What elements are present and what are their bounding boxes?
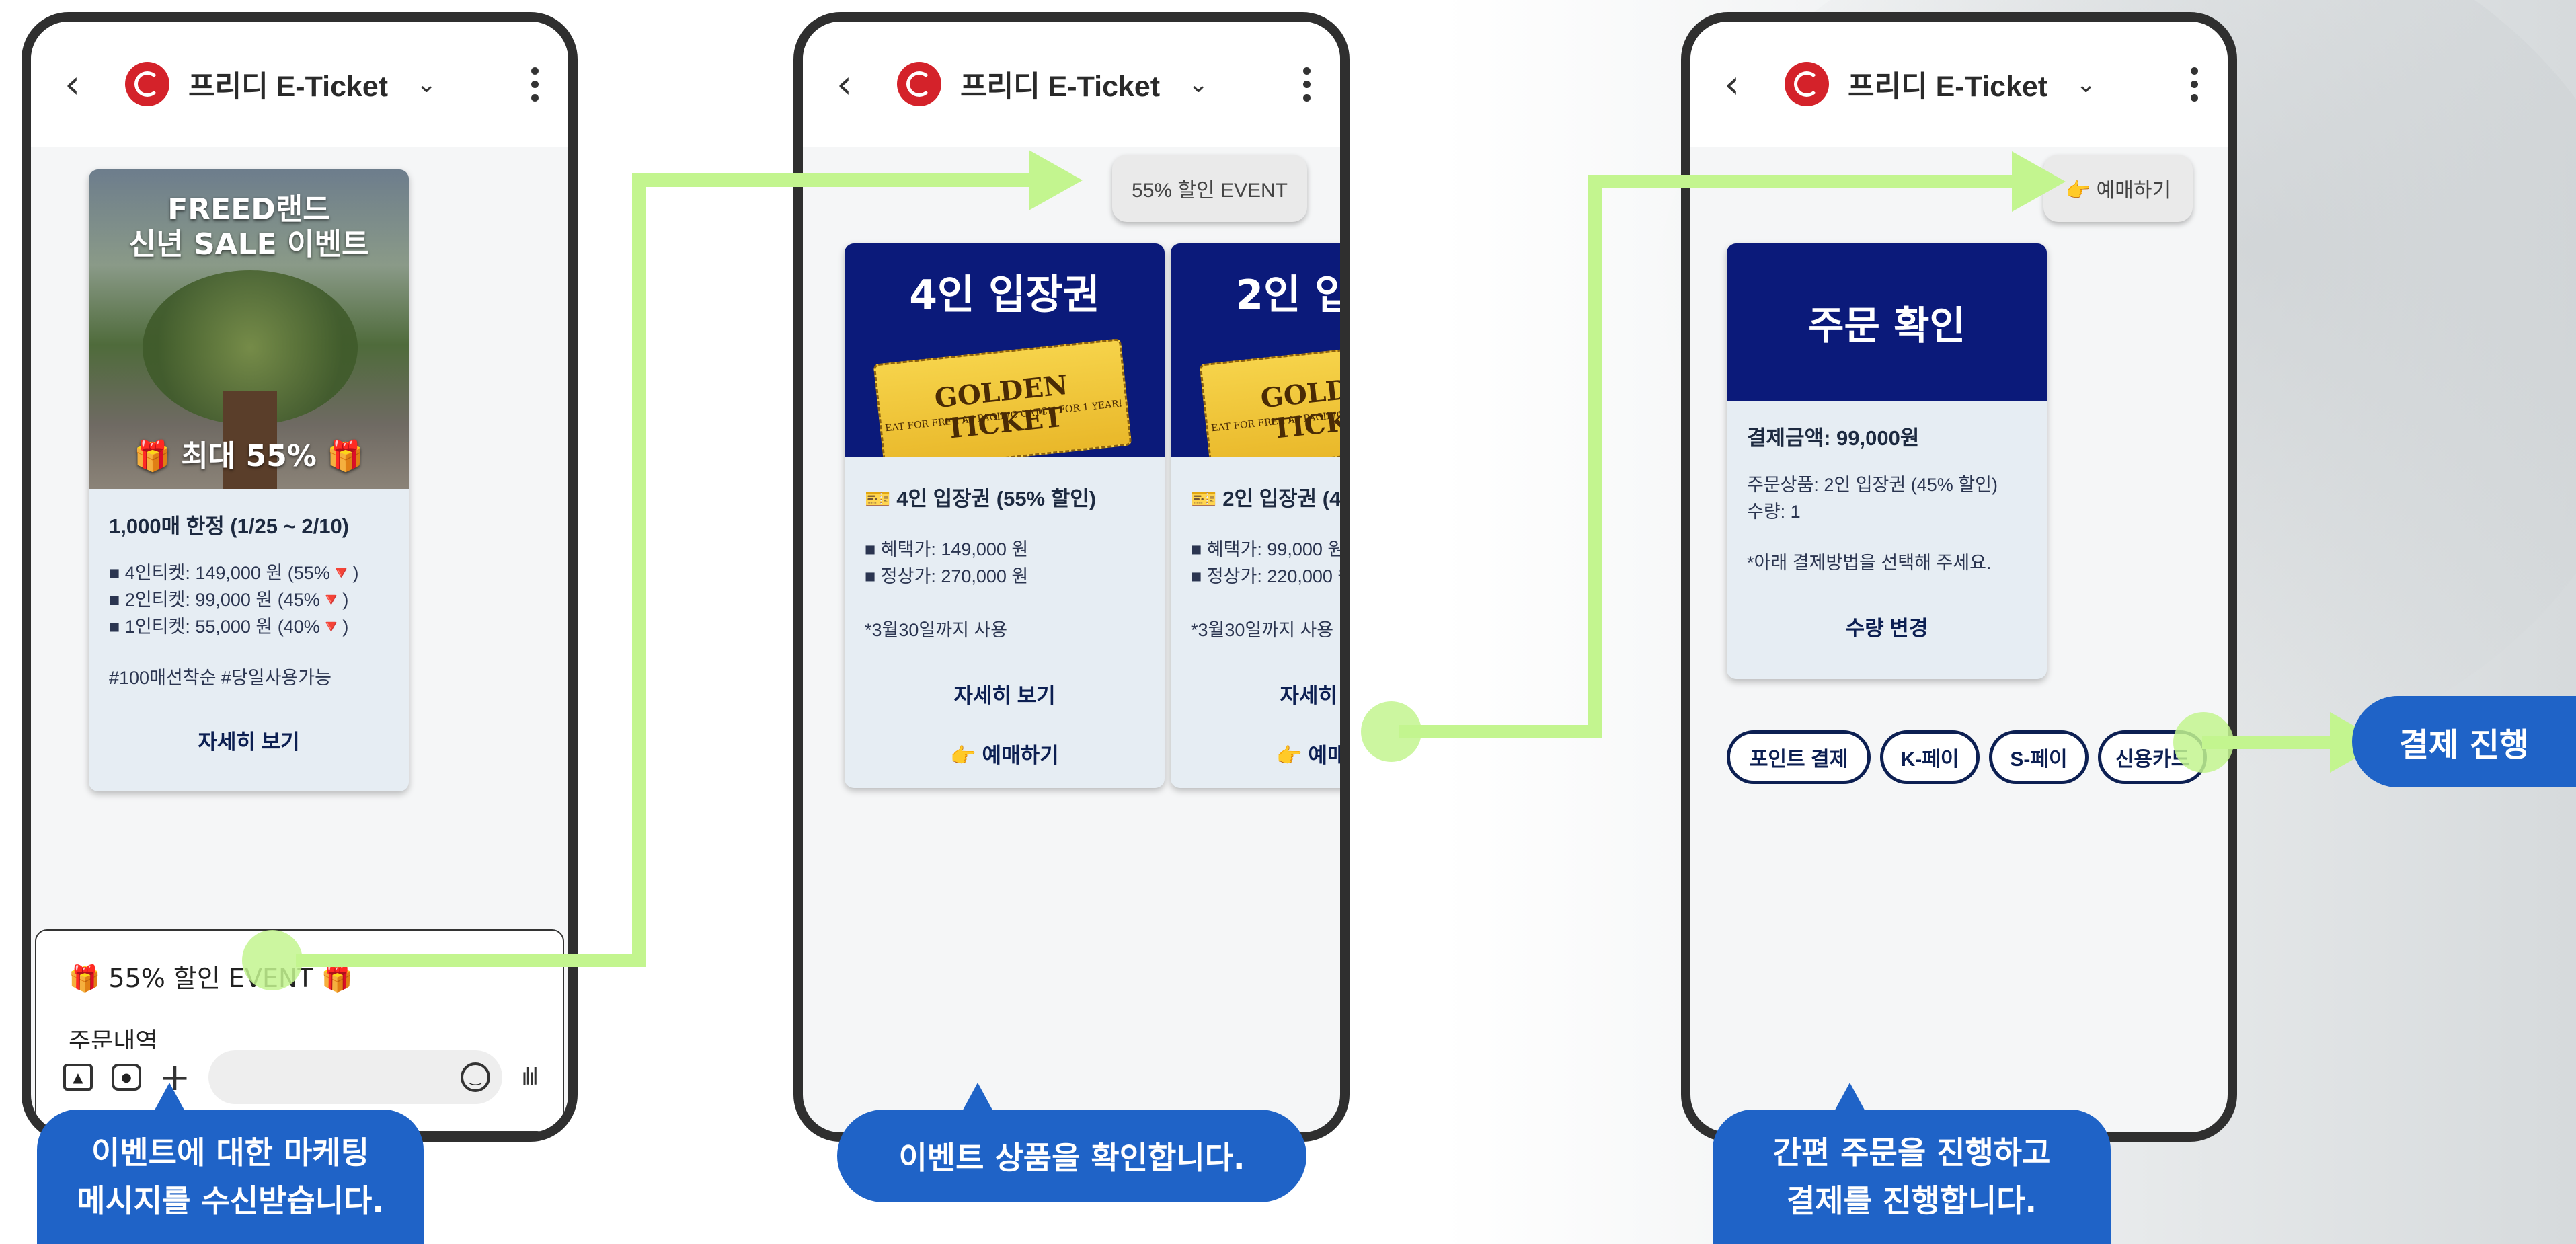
book-button[interactable]: 👉 예매하기 bbox=[865, 738, 1144, 769]
order-quantity: 수량: 1 bbox=[1747, 502, 1801, 522]
ticket-card: 2인 입장권 GOLDEN TICKET EAT FOR FREE AT PAC… bbox=[1171, 243, 1350, 788]
golden-ticket-image: GOLDEN TICKET EAT FOR FREE AT PACIFIC CA… bbox=[873, 338, 1132, 457]
ticket-header: 4인 입장권 GOLDEN TICKET EAT FOR FREE AT PAC… bbox=[845, 243, 1165, 457]
event-banner-image: FREED랜드 신년 SALE 이벤트 🎁 최대 55% 🎁 bbox=[89, 169, 409, 489]
more-icon[interactable] bbox=[2191, 67, 2198, 102]
ticket-note: *3월30일까지 사용 bbox=[865, 620, 1008, 640]
brand-logo-icon bbox=[125, 62, 169, 106]
ticket-note: *3월30일까지 사용 bbox=[1191, 620, 1334, 640]
tap-indicator bbox=[2173, 712, 2234, 773]
back-icon[interactable]: ‹ bbox=[65, 61, 108, 107]
back-icon[interactable]: ‹ bbox=[1724, 61, 1767, 107]
brand-logo-icon bbox=[1785, 62, 1829, 106]
golden-ticket-image: GOLDEN TICKET EAT FOR FREE AT PACIFIC CA… bbox=[1199, 338, 1350, 457]
order-card: 주문 확인 결제금액: 99,000원 주문상품: 2인 입장권 (45% 할인… bbox=[1727, 243, 2047, 679]
more-icon[interactable] bbox=[1303, 67, 1311, 102]
price-item: ■ 2인티켓: 99,000 원 (45%🔻) bbox=[109, 590, 349, 610]
caption-step-3: 간편 주문을 진행하고 결제를 진행합니다. bbox=[1713, 1110, 2111, 1244]
tap-indicator bbox=[242, 930, 303, 990]
ticket-card: 4인 입장권 GOLDEN TICKET EAT FOR FREE AT PAC… bbox=[845, 243, 1165, 788]
more-icon[interactable] bbox=[531, 67, 539, 102]
order-hint: *아래 결제방법을 선택해 주세요. bbox=[1747, 553, 1992, 573]
price-list: ■ 4인티켓: 149,000 원 (55%🔻) ■ 2인티켓: 99,000 … bbox=[109, 559, 389, 640]
detail-button[interactable]: 자세히 보기 bbox=[109, 725, 389, 755]
ticket-header: 2인 입장권 GOLDEN TICKET EAT FOR FREE AT PAC… bbox=[1171, 243, 1350, 457]
banner-badge: 🎁 최대 55% 🎁 bbox=[134, 439, 364, 473]
book-button[interactable]: 👉 예매하기 bbox=[1191, 738, 1340, 769]
flow-arrow-segment bbox=[296, 954, 646, 967]
menu-order-item[interactable]: 주문내역 bbox=[69, 1022, 157, 1049]
app-title: 프리디 E-Ticket bbox=[960, 71, 1161, 103]
app-header: ‹ 프리디 E-Ticket ⌄ bbox=[31, 22, 568, 147]
app-title: 프리디 E-Ticket bbox=[1848, 71, 2048, 103]
tap-indicator bbox=[1361, 701, 1421, 762]
order-header-title: 주문 확인 bbox=[1808, 303, 1965, 348]
flow-arrow-segment bbox=[1588, 175, 1602, 738]
chevron-down-icon[interactable]: ⌄ bbox=[1188, 71, 1208, 98]
flow-arrow-head bbox=[2012, 151, 2066, 212]
ticket-header-title: 2인 입장권 bbox=[1235, 272, 1350, 319]
order-product: 주문상품: 2인 입장권 (45% 할인) bbox=[1747, 475, 1998, 495]
flow-arrow-head bbox=[1029, 150, 1083, 210]
voice-icon[interactable]: ılıl bbox=[521, 1064, 539, 1091]
flow-arrow-segment bbox=[632, 173, 646, 967]
order-amount: 결제금액: 99,000원 bbox=[1747, 426, 1920, 450]
payment-proceed-label: 결제 진행 bbox=[2352, 696, 2576, 787]
order-header: 주문 확인 bbox=[1727, 243, 2047, 401]
chevron-down-icon[interactable]: ⌄ bbox=[2076, 71, 2096, 98]
pay-point-button[interactable]: 포인트 결제 bbox=[1727, 730, 1871, 784]
back-icon[interactable]: ‹ bbox=[836, 61, 880, 107]
ticket-regular-price: ■ 정상가: 220,000 원 bbox=[1191, 566, 1350, 586]
user-message-pill: 👉 예매하기 bbox=[2043, 155, 2193, 222]
caption-step-1: 이벤트에 대한 마케팅 메시지를 수신받습니다. bbox=[37, 1110, 424, 1244]
app-header: ‹ 프리디 E-Ticket ⌄ bbox=[803, 22, 1340, 147]
golden-ticket-text: GOLDEN TICKET bbox=[1259, 368, 1350, 445]
event-tags: #100매선착순 #당일사용가능 bbox=[109, 668, 331, 688]
price-item: ■ 1인티켓: 55,000 원 (40%🔻) bbox=[109, 617, 349, 637]
pay-kpay-button[interactable]: K-페이 bbox=[1880, 730, 1980, 784]
app-title: 프리디 E-Ticket bbox=[188, 71, 389, 103]
banner-line-2: 신년 SALE 이벤트 bbox=[128, 227, 369, 262]
banner-headline: FREED랜드 신년 SALE 이벤트 bbox=[89, 192, 409, 262]
flow-arrow-segment bbox=[1399, 725, 1600, 738]
ticket-title: 🎫 4인 입장권 (55% 할인) bbox=[865, 487, 1097, 510]
chevron-down-icon[interactable]: ⌄ bbox=[416, 71, 436, 98]
detail-button[interactable]: 자세히 보기 bbox=[1191, 678, 1340, 709]
event-title: 1,000매 한정 (1/25 ~ 2/10) bbox=[109, 514, 350, 538]
detail-button[interactable]: 자세히 보기 bbox=[865, 678, 1144, 709]
emoji-icon[interactable]: ‿ bbox=[461, 1062, 491, 1092]
camera-icon[interactable]: ● bbox=[112, 1064, 141, 1091]
caption-step-2: 이벤트 상품을 확인합니다. bbox=[837, 1110, 1306, 1202]
message-input[interactable]: ‿ bbox=[208, 1050, 503, 1104]
chat-input-bar: ▲ ● + ‿ ılıl bbox=[63, 1049, 539, 1105]
pay-spay-button[interactable]: S-페이 bbox=[1989, 730, 2089, 784]
ticket-regular-price: ■ 정상가: 270,000 원 bbox=[865, 566, 1029, 586]
image-icon[interactable]: ▲ bbox=[63, 1064, 93, 1091]
ticket-header-title: 4인 입장권 bbox=[909, 272, 1100, 319]
app-header: ‹ 프리디 E-Ticket ⌄ bbox=[1690, 22, 2228, 147]
change-quantity-button[interactable]: 수량 변경 bbox=[1747, 611, 2027, 642]
banner-line-1: FREED랜드 bbox=[167, 192, 330, 227]
price-item: ■ 4인티켓: 149,000 원 (55%🔻) bbox=[109, 563, 359, 583]
ticket-benefit-price: ■ 혜택가: 149,000 원 bbox=[865, 539, 1029, 559]
event-card: FREED랜드 신년 SALE 이벤트 🎁 최대 55% 🎁 1,000매 한정… bbox=[89, 169, 409, 791]
flow-arrow-segment bbox=[1588, 175, 2019, 188]
ticket-title: 🎫 2인 입장권 (45% 할인) bbox=[1191, 487, 1341, 510]
flow-arrow-segment bbox=[632, 173, 1036, 187]
ticket-benefit-price: ■ 혜택가: 99,000 원 bbox=[1191, 539, 1345, 559]
user-message-pill: 55% 할인 EVENT bbox=[1112, 155, 1307, 222]
brand-logo-icon bbox=[897, 62, 941, 106]
